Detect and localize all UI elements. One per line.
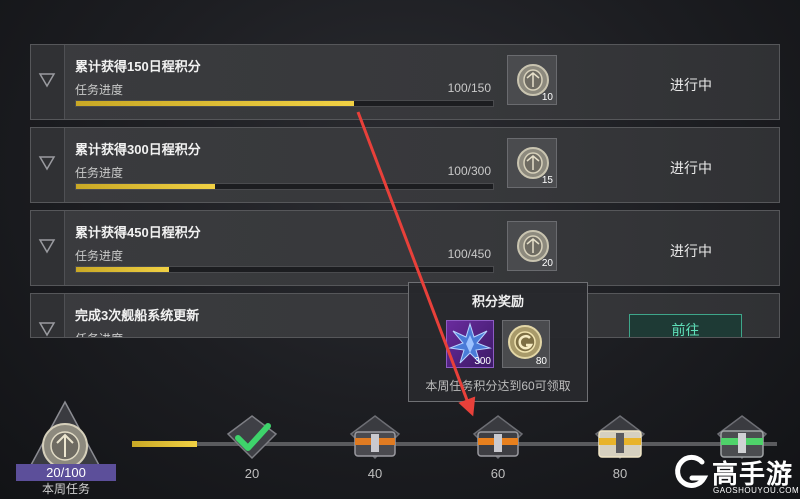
task-progress-label: 任务进度 [75,83,124,97]
go-button[interactable]: 前往 [629,314,742,337]
popup-reward-slot[interactable]: 300 [446,320,494,368]
task-title: 累计获得300日程积分 [75,142,201,157]
reward-count: 10 [541,92,553,103]
crate-orange-icon [349,415,401,460]
task-progress-label: 任务进度 [75,330,123,337]
task-side-strip[interactable] [31,211,65,285]
task-title: 累计获得150日程积分 [75,59,201,74]
reward-slot[interactable]: 15 [507,138,557,188]
task-row: 累计获得300日程积分 任务进度 100/300 15 进行中 [30,127,780,203]
task-side-strip[interactable] [31,294,65,337]
milestone-60[interactable]: 60 [468,414,528,481]
reward-slot[interactable]: 20 [507,221,557,271]
reward-slot[interactable]: 10 [507,55,557,105]
watermark-logo: 高手游 GAOSHOUYOU.COM [672,452,800,496]
expand-triangle-icon [38,239,56,254]
task-row: 累计获得450日程积分 任务进度 100/450 20 进行中 [30,210,780,286]
milestone-value: 60 [490,466,506,481]
task-progress-fill [76,267,169,272]
task-title: 累计获得450日程积分 [75,225,201,240]
task-progress-fill [76,101,355,106]
task-side-strip[interactable] [31,128,65,202]
task-status: 进行中 [670,77,712,93]
task-progress-bar [75,100,494,107]
task-status: 进行中 [670,160,712,176]
crate-orange-icon [472,415,524,460]
milestone-80[interactable]: 80 [590,414,650,481]
task-progress-bar [75,183,494,190]
gaoshouyou-logo-icon [675,454,709,488]
task-progress-label: 任务进度 [75,166,124,180]
task-side-strip[interactable] [31,45,65,119]
weekly-progress-panel: 20/100 本周任务 20 40 60 80 高手游 GAOSHOUYOU.C… [0,380,800,499]
watermark-en: GAOSHOUYOU.COM [713,486,800,495]
milestone-value: 80 [612,466,628,481]
task-title: 完成3次舰船系统更新 [75,308,200,323]
popup-reward-slot[interactable]: 80 [502,320,550,368]
task-progress-label: 任务进度 [75,249,124,263]
popup-reward-count: 80 [535,356,547,367]
milestone-value: 20 [244,466,260,481]
milestone-40[interactable]: 40 [345,414,405,481]
milestone-20[interactable]: 20 [222,414,282,481]
task-progress-value: 100/300 [447,164,491,178]
check-icon [226,415,278,460]
task-row: 累计获得150日程积分 任务进度 100/150 10 进行中 [30,44,780,120]
weekly-progress-fill [132,441,197,447]
weekly-label: 本周任务 [41,482,90,496]
milestone-value: 40 [367,466,383,481]
reward-count: 20 [541,258,553,269]
task-progress-fill [76,184,215,189]
task-row: 完成3次舰船系统更新 任务进度 前往 [30,293,780,338]
task-progress-value: 100/150 [447,81,491,95]
expand-triangle-icon [38,73,56,88]
expand-triangle-icon [38,156,56,171]
popup-title: 积分奖励 [471,294,524,309]
task-status: 进行中 [670,243,712,259]
weekly-progress-value: 20/100 [16,464,116,481]
popup-reward-count: 300 [474,356,491,367]
task-progress-bar [75,266,494,273]
task-progress-value: 100/450 [447,247,491,261]
expand-triangle-icon [38,322,56,337]
crate-gold-icon [594,415,646,460]
reward-count: 15 [541,175,553,186]
